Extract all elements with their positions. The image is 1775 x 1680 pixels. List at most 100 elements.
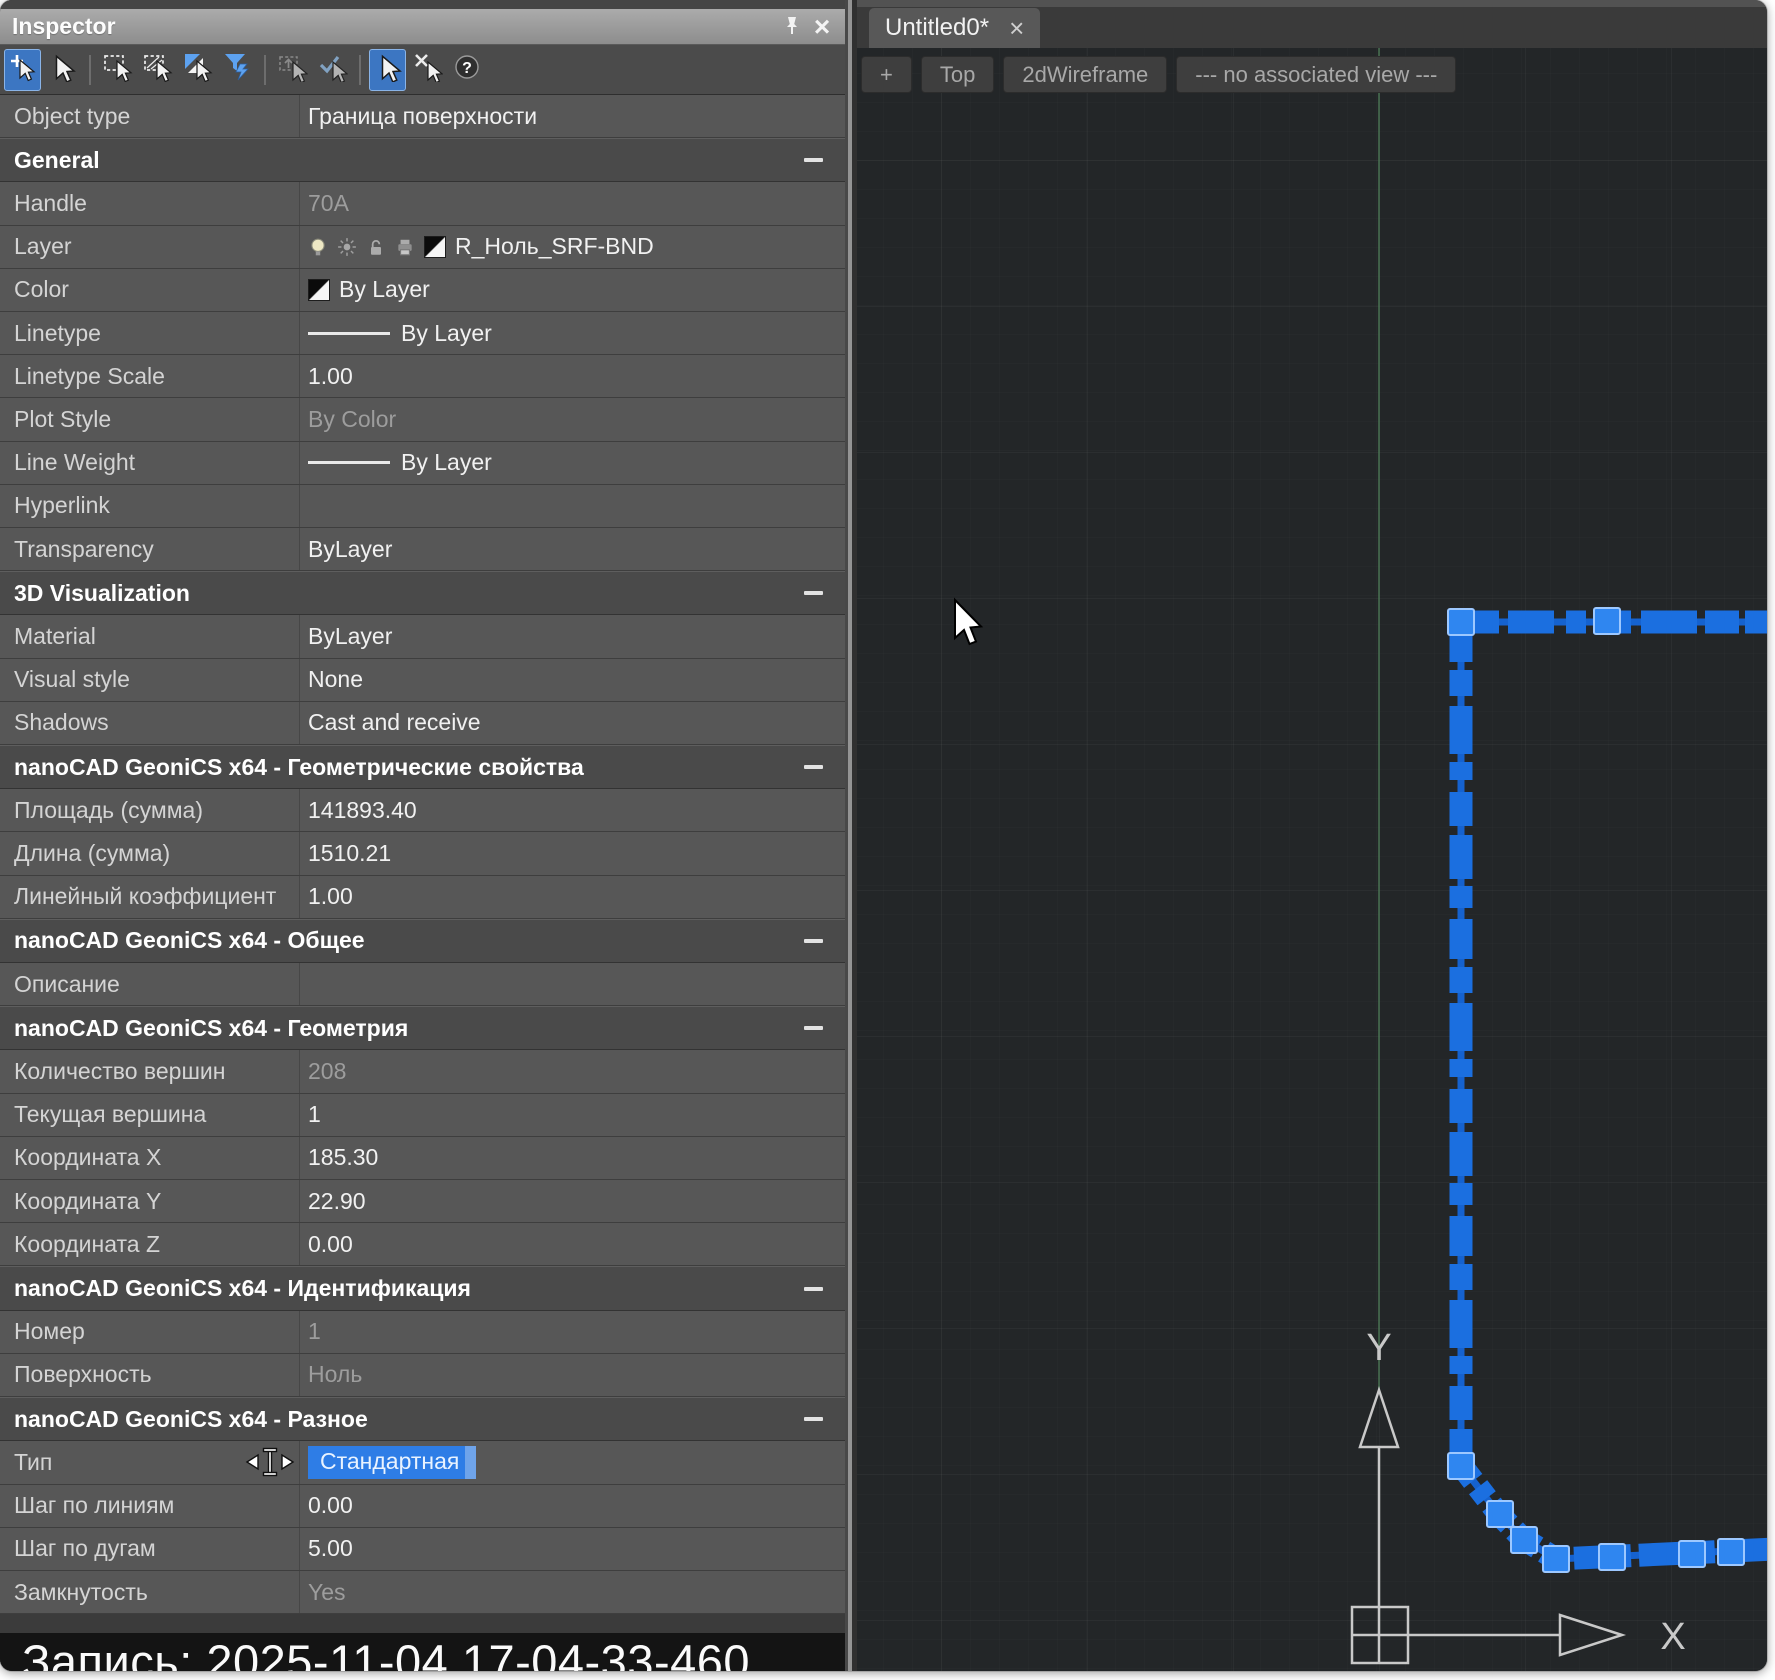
section-title: nanoCAD GeoniCS x64 - Геометрия bbox=[0, 1015, 408, 1042]
nanocad-window: Inspector × ? Object typeГраница поверхн… bbox=[0, 0, 1767, 1671]
property-value[interactable]: 5.00 bbox=[300, 1528, 845, 1570]
property-value[interactable]: 1510.21 bbox=[300, 832, 845, 874]
property-row: Координата Y22.90 bbox=[0, 1180, 845, 1223]
add-select-tool-button[interactable] bbox=[4, 49, 41, 91]
collapse-minus-icon[interactable] bbox=[804, 1287, 823, 1291]
add-view-button[interactable]: + bbox=[861, 56, 912, 93]
close-icon[interactable]: × bbox=[809, 14, 835, 40]
property-value[interactable]: ByLayer bbox=[300, 528, 845, 570]
collapse-minus-icon[interactable] bbox=[804, 158, 823, 162]
pin-icon[interactable] bbox=[779, 14, 805, 40]
property-value[interactable]: Стандартная bbox=[300, 1441, 845, 1483]
collapse-minus-icon[interactable] bbox=[804, 1417, 823, 1421]
pointer-icon bbox=[373, 52, 403, 87]
property-value[interactable]: Граница поверхности bbox=[300, 95, 845, 137]
property-value[interactable]: 141893.40 bbox=[300, 789, 845, 831]
property-label: Linetype Scale bbox=[0, 355, 300, 397]
property-value[interactable]: By Layer bbox=[300, 312, 845, 354]
cursor-icon bbox=[48, 52, 78, 87]
value-text: 1.00 bbox=[308, 883, 353, 910]
recording-caption-bar: Запись: 2025-11-04 17-04-33-460 bbox=[0, 1633, 845, 1671]
window-select-tool-button[interactable] bbox=[99, 49, 136, 91]
property-value[interactable]: ByLayer bbox=[300, 615, 845, 657]
grip-handle[interactable] bbox=[1448, 609, 1474, 635]
property-value[interactable]: 0.00 bbox=[300, 1223, 845, 1265]
pointer-tool-button[interactable] bbox=[369, 49, 406, 91]
grip-handle[interactable] bbox=[1487, 1501, 1513, 1527]
tab-untitled0[interactable]: Untitled0* × bbox=[869, 8, 1040, 48]
property-value[interactable] bbox=[300, 485, 845, 527]
panel-divider[interactable] bbox=[845, 0, 857, 1671]
apply-check-tool-button[interactable] bbox=[314, 49, 351, 91]
property-row: Координата Z0.00 bbox=[0, 1223, 845, 1266]
ucs-x-label: X bbox=[1660, 1616, 1685, 1658]
property-label: Material bbox=[0, 615, 300, 657]
collapse-minus-icon[interactable] bbox=[804, 765, 823, 769]
property-value[interactable]: R_Ноль_SRF-BND bbox=[300, 226, 845, 268]
help-button[interactable]: ? bbox=[449, 49, 486, 91]
selection-filter-tool-button[interactable] bbox=[219, 49, 256, 91]
property-value[interactable]: 0.00 bbox=[300, 1485, 845, 1527]
collapse-minus-icon[interactable] bbox=[804, 939, 823, 943]
value-text: By Layer bbox=[401, 320, 492, 347]
move-up-tool-button[interactable] bbox=[274, 49, 311, 91]
property-value[interactable]: 22.90 bbox=[300, 1180, 845, 1222]
section-header: nanoCAD GeoniCS x64 - Разное bbox=[0, 1397, 845, 1441]
invert-selection-tool-button[interactable] bbox=[179, 49, 216, 91]
value-text: By Layer bbox=[401, 449, 492, 476]
property-value[interactable]: 1 bbox=[300, 1094, 845, 1136]
property-label: Layer bbox=[0, 226, 300, 268]
grip-handle[interactable] bbox=[1543, 1546, 1569, 1572]
property-value[interactable]: 1.00 bbox=[300, 876, 845, 918]
property-value[interactable]: 185.30 bbox=[300, 1137, 845, 1179]
clear-x-tool-button[interactable] bbox=[409, 49, 446, 91]
value-text: Yes bbox=[308, 1579, 346, 1606]
section-title: nanoCAD GeoniCS x64 - Геометрические сво… bbox=[0, 754, 584, 781]
cursor-tool-button[interactable] bbox=[44, 49, 81, 91]
toolbar-separator bbox=[264, 55, 266, 85]
drawing-viewport[interactable]: +Top2dWireframe--- no associated view --… bbox=[857, 48, 1767, 1671]
property-label: Line Weight bbox=[0, 442, 300, 484]
property-row: Visual styleNone bbox=[0, 659, 845, 702]
grip-handle[interactable] bbox=[1599, 1544, 1625, 1570]
property-row: Количество вершин208 bbox=[0, 1050, 845, 1093]
grip-handle[interactable] bbox=[1679, 1541, 1705, 1567]
arrow-pointer-icon bbox=[955, 600, 981, 644]
section-title: nanoCAD GeoniCS x64 - Общее bbox=[0, 927, 365, 954]
section-title: nanoCAD GeoniCS x64 - Идентификация bbox=[0, 1275, 471, 1302]
printer-icon[interactable] bbox=[395, 237, 415, 257]
visual-style-button[interactable]: 2dWireframe bbox=[1003, 56, 1167, 93]
property-value: 208 bbox=[300, 1050, 845, 1092]
toolbar-separator bbox=[89, 55, 91, 85]
property-value[interactable]: 1.00 bbox=[300, 355, 845, 397]
grip-handle[interactable] bbox=[1448, 1453, 1474, 1479]
property-row: LayerR_Ноль_SRF-BND bbox=[0, 226, 845, 269]
property-value: 1 bbox=[300, 1311, 845, 1353]
crossing-select-icon bbox=[143, 52, 173, 87]
property-value[interactable]: Cast and receive bbox=[300, 702, 845, 744]
ucs-y-label: Y bbox=[1366, 1327, 1391, 1369]
lock-icon[interactable] bbox=[366, 237, 386, 257]
value-text: By Layer bbox=[339, 276, 430, 303]
property-value[interactable] bbox=[300, 963, 845, 1005]
sun-icon[interactable] bbox=[337, 237, 357, 257]
close-icon[interactable]: × bbox=[1009, 18, 1024, 38]
property-row: Object typeГраница поверхности bbox=[0, 95, 845, 138]
bulb-icon[interactable] bbox=[308, 237, 328, 257]
surface-boundary-polyline[interactable] bbox=[1461, 622, 1767, 1559]
associated-view-button[interactable]: --- no associated view --- bbox=[1176, 56, 1456, 93]
property-value[interactable]: By Layer bbox=[300, 269, 845, 311]
collapse-minus-icon[interactable] bbox=[804, 1026, 823, 1030]
property-value[interactable]: None bbox=[300, 659, 845, 701]
inspector-title: Inspector bbox=[0, 13, 116, 40]
value-text: 5.00 bbox=[308, 1535, 353, 1562]
grip-handle[interactable] bbox=[1594, 608, 1620, 634]
crossing-select-tool-button[interactable] bbox=[139, 49, 176, 91]
property-row: Текущая вершина1 bbox=[0, 1094, 845, 1137]
view-direction-button[interactable]: Top bbox=[921, 56, 994, 93]
property-value[interactable]: By Layer bbox=[300, 442, 845, 484]
grip-handle[interactable] bbox=[1718, 1539, 1744, 1565]
collapse-minus-icon[interactable] bbox=[804, 591, 823, 595]
property-row: ТипСтандартная bbox=[0, 1441, 845, 1484]
grip-handle[interactable] bbox=[1511, 1527, 1537, 1553]
